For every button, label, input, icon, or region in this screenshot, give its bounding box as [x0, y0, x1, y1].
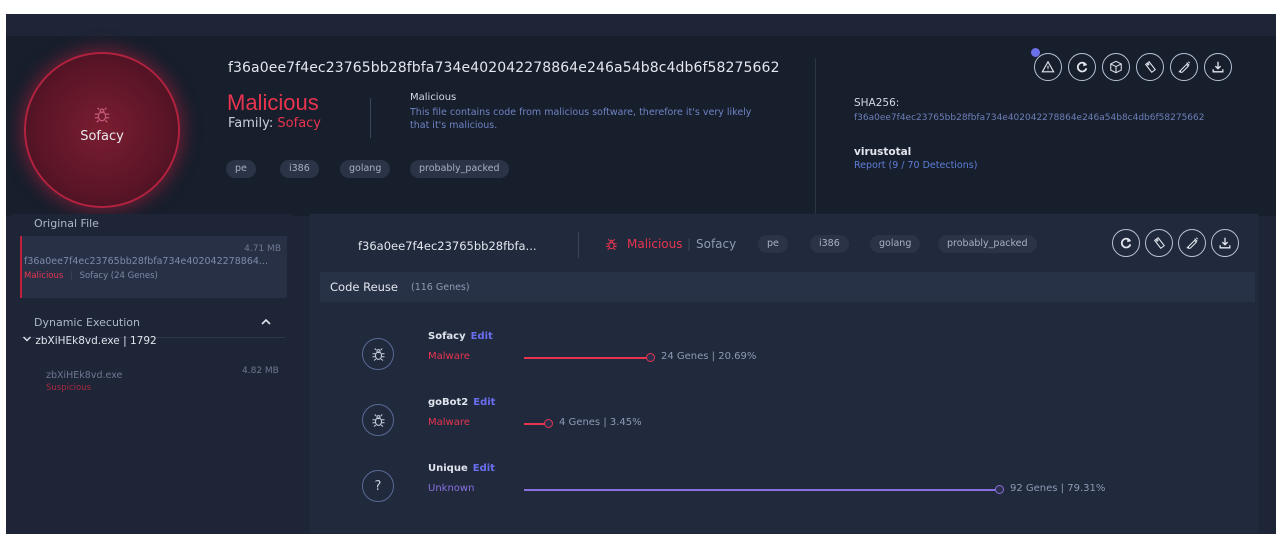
gene-name-text: Sofacy [428, 331, 466, 342]
family-value[interactable]: Sofacy [277, 116, 321, 131]
file-size: 4.71 MB [244, 244, 281, 254]
divider [578, 232, 579, 258]
tag-pe[interactable]: pe [226, 160, 256, 178]
file-genes: Sofacy (24 Genes) [79, 271, 158, 281]
edit-link[interactable]: Edit [471, 331, 493, 342]
file-meta: Malicious | Sofacy (24 Genes) [24, 271, 158, 281]
gene-progress-knob [544, 419, 553, 428]
chevron-up-icon[interactable] [260, 313, 272, 332]
child-process-size: 4.82 MB [242, 366, 279, 376]
warning-icon[interactable] [1034, 53, 1062, 81]
code-reuse-count: (116 Genes) [411, 282, 470, 293]
bug-icon [362, 404, 394, 436]
refresh-icon[interactable] [1068, 53, 1096, 81]
question-icon: ? [362, 470, 394, 502]
syringe-icon[interactable] [1178, 229, 1206, 257]
tag-icon[interactable] [1145, 229, 1173, 257]
code-reuse-title: Code Reuse [330, 280, 399, 294]
file-verdict: Malicious [24, 271, 64, 281]
gene-progress-knob [995, 485, 1004, 494]
tag-icon[interactable] [1136, 53, 1164, 81]
bug-icon [362, 338, 394, 370]
original-file-title: Original File [34, 217, 99, 230]
tag-probably-packed[interactable]: probably_packed [410, 160, 509, 178]
original-file-item[interactable]: 4.71 MB f36a0ee7f4ec23765bb28fbfa734e402… [20, 236, 287, 298]
gene-progress-knob [646, 353, 655, 362]
process-item[interactable]: zbXiHEk8vd.exe | 1792 [22, 334, 157, 347]
gene-count: 24 Genes | 20.69% [661, 351, 757, 362]
gene-count: 92 Genes | 79.31% [1010, 483, 1106, 494]
gene-type: Malware [428, 351, 470, 362]
download-icon[interactable] [1211, 229, 1239, 257]
gene-type: Unknown [428, 483, 475, 494]
family-label: Family: [228, 116, 274, 131]
syringe-icon[interactable] [1170, 53, 1198, 81]
edit-link[interactable]: Edit [473, 397, 495, 408]
chevron-down-icon [23, 336, 31, 342]
gene-type: Malware [428, 417, 470, 428]
refresh-icon[interactable] [1112, 229, 1140, 257]
verdict-family-name: Sofacy [80, 129, 124, 144]
file-hash: f36a0ee7f4ec23765bb28fbfa734e40204227886… [24, 256, 268, 267]
tag-i386[interactable]: i386 [810, 235, 849, 253]
family-line: Family: Sofacy [228, 116, 321, 131]
tag-probably-packed[interactable]: probably_packed [938, 235, 1037, 253]
app-window: Sofacy f36a0ee7f4ec23765bb28fbfa734e4020… [6, 14, 1276, 534]
gene-name: goBot2 Edit [428, 397, 495, 408]
main-verdict: Malicious [627, 237, 683, 251]
main-family: Sofacy [696, 237, 737, 251]
child-process-status: Suspicious [46, 383, 92, 393]
file-hash-short: f36a0ee7f4ec23765bb28fbfa... [358, 239, 537, 253]
package-icon[interactable] [1102, 53, 1130, 81]
download-icon[interactable] [1204, 53, 1232, 81]
child-process-name[interactable]: zbXiHEk8vd.exe [46, 370, 122, 381]
tag-golang[interactable]: golang [870, 235, 921, 253]
file-hash-title: f36a0ee7f4ec23765bb28fbfa734e40204227886… [228, 60, 780, 76]
bug-icon [605, 236, 618, 255]
gene-name-text: Unique [428, 463, 468, 474]
virustotal-label: virustotal [854, 146, 912, 158]
code-reuse-header: Code Reuse (116 Genes) [320, 272, 1255, 302]
divider: | [687, 237, 692, 251]
verdict-circle: Sofacy [26, 54, 178, 206]
gene-name: Unique Edit [428, 463, 495, 474]
gene-name-text: goBot2 [428, 397, 469, 408]
gene-progress-bar [524, 489, 996, 491]
verdict-detail-description: This file contains code from malicious s… [410, 107, 752, 131]
gene-progress-bar [524, 423, 545, 425]
gene-name: Sofacy Edit [428, 331, 493, 342]
process-name: zbXiHEk8vd.exe | 1792 [35, 335, 157, 347]
divider: | [70, 271, 73, 281]
sha256-label: SHA256: [854, 97, 900, 109]
main-panel: f36a0ee7f4ec23765bb28fbfa... Malicious |… [310, 214, 1258, 534]
gene-progress-bar [524, 357, 647, 359]
tag-i386[interactable]: i386 [280, 160, 319, 178]
tag-pe[interactable]: pe [758, 235, 788, 253]
virustotal-report-link[interactable]: Report (9 / 70 Detections) [854, 160, 977, 171]
tag-golang[interactable]: golang [340, 160, 391, 178]
bug-icon [26, 106, 178, 128]
divider [815, 58, 816, 228]
divider [370, 98, 371, 138]
sha256-value: f36a0ee7f4ec23765bb28fbfa734e40204227886… [854, 113, 1205, 123]
edit-link[interactable]: Edit [473, 463, 495, 474]
dynamic-execution-title: Dynamic Execution [34, 316, 140, 329]
verdict-label: Malicious [227, 90, 319, 115]
gene-count: 4 Genes | 3.45% [559, 417, 642, 428]
verdict-detail-title: Malicious [410, 92, 457, 103]
